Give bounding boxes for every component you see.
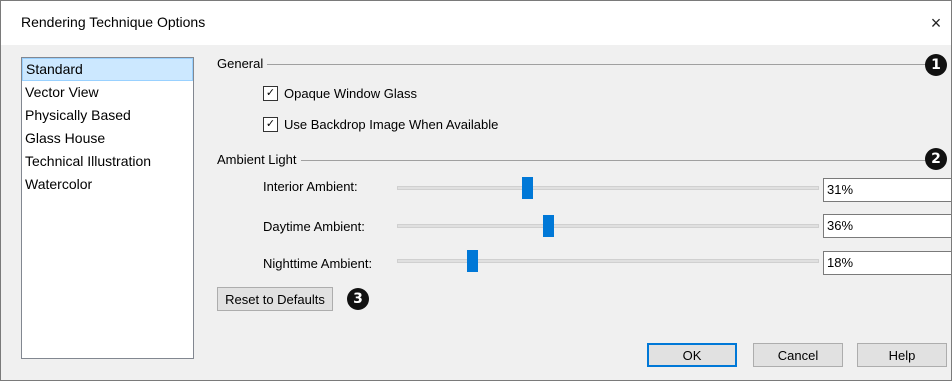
close-icon[interactable]: ×	[921, 1, 951, 45]
technique-list: Standard Vector View Physically Based Gl…	[21, 57, 194, 359]
ambient-group-label: Ambient Light	[217, 152, 301, 167]
interior-ambient-value[interactable]: 31%	[823, 178, 951, 202]
technique-item-physically-based[interactable]: Physically Based	[22, 104, 193, 127]
use-backdrop-image-checkbox[interactable]: ✓ Use Backdrop Image When Available	[263, 117, 498, 132]
interior-ambient-slider-track[interactable]	[397, 186, 819, 190]
nighttime-ambient-slider-track[interactable]	[397, 259, 819, 263]
checkmark-icon: ✓	[263, 117, 278, 132]
help-button[interactable]: Help	[857, 343, 947, 367]
technique-item-standard[interactable]: Standard	[22, 58, 193, 81]
cancel-button[interactable]: Cancel	[753, 343, 843, 367]
window-title: Rendering Technique Options	[21, 14, 206, 30]
callout-badge-2: 2	[925, 148, 947, 170]
ambient-group-rule	[219, 160, 929, 161]
technique-item-vector-view[interactable]: Vector View	[22, 81, 193, 104]
opaque-window-glass-label: Opaque Window Glass	[284, 86, 417, 101]
callout-badge-3: 3	[347, 288, 369, 310]
reset-to-defaults-button[interactable]: Reset to Defaults	[217, 287, 333, 311]
technique-item-glass-house[interactable]: Glass House	[22, 127, 193, 150]
general-group-rule	[219, 64, 929, 65]
daytime-ambient-label: Daytime Ambient:	[263, 219, 365, 234]
interior-ambient-label: Interior Ambient:	[263, 179, 358, 194]
technique-item-watercolor[interactable]: Watercolor	[22, 173, 193, 196]
nighttime-ambient-value[interactable]: 18%	[823, 251, 951, 275]
opaque-window-glass-checkbox[interactable]: ✓ Opaque Window Glass	[263, 86, 417, 101]
general-group-label: General	[217, 56, 268, 71]
ok-button[interactable]: OK	[647, 343, 737, 367]
callout-badge-1: 1	[925, 54, 947, 76]
rendering-technique-dialog: Rendering Technique Options × Standard V…	[0, 0, 952, 381]
interior-ambient-slider-thumb[interactable]	[521, 177, 533, 199]
daytime-ambient-value[interactable]: 36%	[823, 214, 951, 238]
technique-item-technical-illustration[interactable]: Technical Illustration	[22, 150, 193, 173]
nighttime-ambient-label: Nighttime Ambient:	[263, 256, 373, 271]
daytime-ambient-slider-thumb[interactable]	[542, 215, 554, 237]
nighttime-ambient-slider-thumb[interactable]	[467, 250, 479, 272]
title-bar: Rendering Technique Options ×	[1, 1, 951, 45]
daytime-ambient-slider-track[interactable]	[397, 224, 819, 228]
checkmark-icon: ✓	[263, 86, 278, 101]
use-backdrop-image-label: Use Backdrop Image When Available	[284, 117, 499, 132]
